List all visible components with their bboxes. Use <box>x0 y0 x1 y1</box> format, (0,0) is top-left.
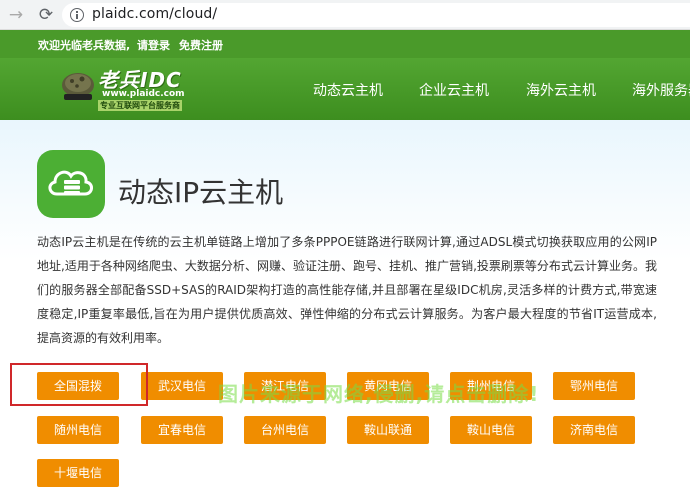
reload-icon[interactable]: ⟳ <box>36 5 56 25</box>
login-link[interactable]: 请登录 <box>137 37 170 53</box>
region-button-taizhou[interactable]: 台州电信 <box>244 416 326 444</box>
nav-overseas-cloud[interactable]: 海外云主机 <box>526 80 596 100</box>
region-button-ezhou[interactable]: 鄂州电信 <box>553 372 635 400</box>
region-button-suizhou[interactable]: 随州电信 <box>37 416 119 444</box>
product-description: 动态IP云主机是在传统的云主机单链路上增加了多条PPPOE链路进行联网计算,通过… <box>37 235 657 345</box>
site-header: 老兵IDC www.plaidc.com 专业互联网平台服务商 动态云主机 企业… <box>0 58 690 120</box>
region-button-wuhan[interactable]: 武汉电信 <box>141 372 223 400</box>
nav-overseas-server[interactable]: 海外服务器 <box>632 80 690 100</box>
top-strip: 欢迎光临老兵数据, 请登录 免费注册 <box>0 30 690 58</box>
highlight-box <box>10 363 148 406</box>
back-arrow-icon[interactable]: → <box>6 5 26 25</box>
address-bar[interactable]: plaidc.com/cloud/ <box>62 3 690 27</box>
url-text[interactable]: plaidc.com/cloud/ <box>92 6 217 22</box>
region-button-yichun[interactable]: 宜春电信 <box>141 416 223 444</box>
helmet-icon <box>62 73 94 100</box>
logo-slogan: 专业互联网平台服务商 <box>98 100 182 111</box>
browser-toolbar: → ⟳ plaidc.com/cloud/ <box>0 0 690 30</box>
region-button-anshan-telecom[interactable]: 鞍山电信 <box>450 416 532 444</box>
nav-enterprise-cloud[interactable]: 企业云主机 <box>419 80 489 100</box>
info-icon[interactable] <box>70 8 84 22</box>
register-link[interactable]: 免费注册 <box>179 37 223 53</box>
page-title: 动态IP云主机 <box>118 176 284 209</box>
cloud-icon <box>48 170 93 196</box>
region-button-jinan[interactable]: 济南电信 <box>553 416 635 444</box>
welcome-text: 欢迎光临老兵数据, <box>38 39 131 52</box>
cloud-server-icon <box>37 150 105 218</box>
site-logo[interactable]: 老兵IDC www.plaidc.com 专业互联网平台服务商 <box>60 64 192 114</box>
watermark-text: 图片来源于网络,侵删,请点击删除! <box>218 382 540 406</box>
logo-url: www.plaidc.com <box>102 89 185 99</box>
region-button-anshan-unicom[interactable]: 鞍山联通 <box>347 416 429 444</box>
nav-dynamic-cloud[interactable]: 动态云主机 <box>313 80 383 100</box>
region-button-shiyan[interactable]: 十堰电信 <box>37 459 119 487</box>
